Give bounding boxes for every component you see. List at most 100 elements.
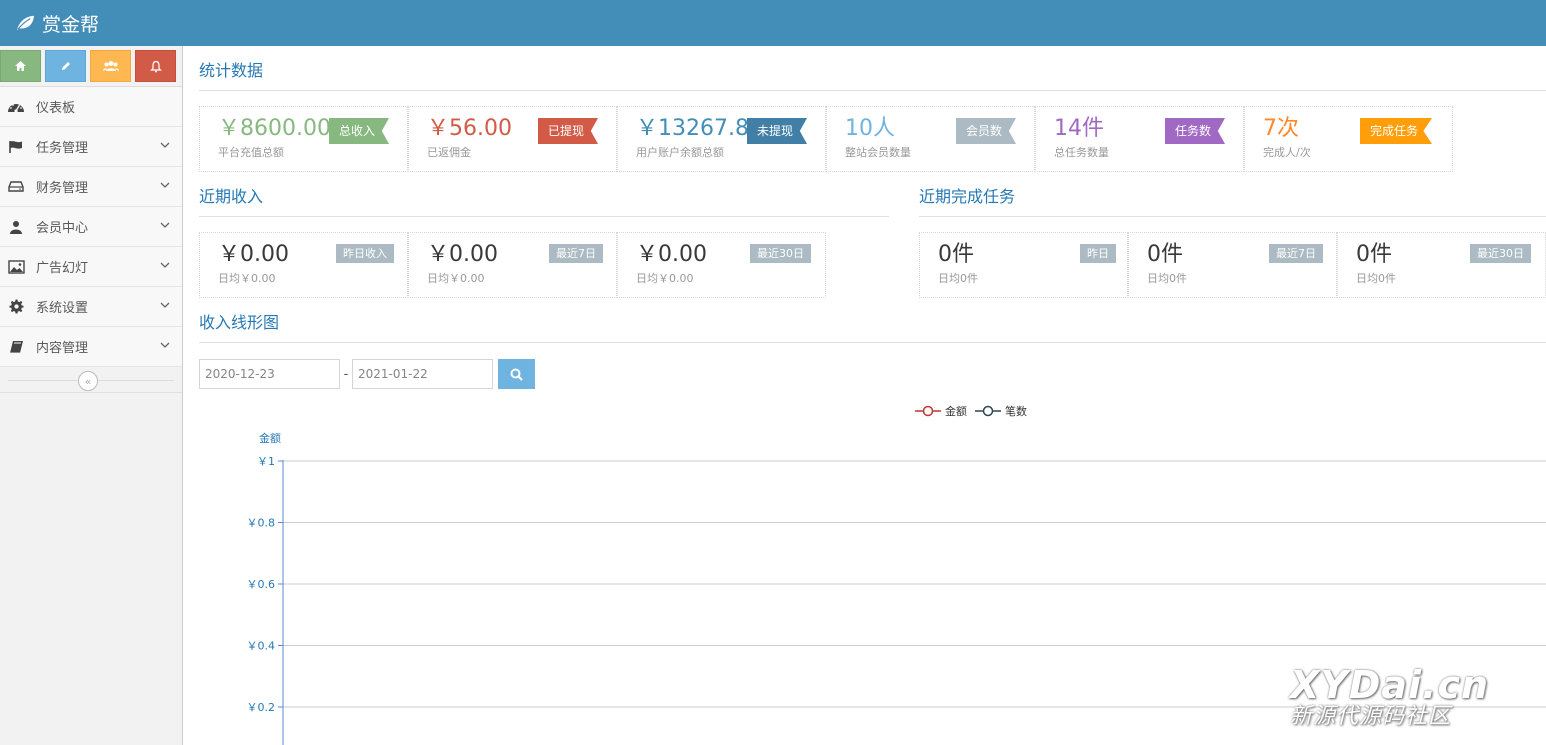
leaf-icon xyxy=(16,15,34,31)
y-tick-label: ￥0.8 xyxy=(247,517,276,530)
top-navbar: 赏金帮 xyxy=(0,0,1546,46)
stat-total-income: ￥8600.00 平台充值总额 总收入 xyxy=(199,106,408,172)
income-7days: ￥0.00 日均￥0.00 最近7日 xyxy=(408,232,617,298)
stat-subtitle: 日均￥0.00 xyxy=(218,272,276,285)
y-tick-label: ￥0.4 xyxy=(247,640,276,653)
chart-date-filter: - xyxy=(199,359,1546,389)
search-button[interactable] xyxy=(498,359,535,389)
tasks-7days: 0件 日均0件 最近7日 xyxy=(1128,232,1337,298)
stat-badge: 最近7日 xyxy=(549,244,603,263)
y-tick-label: ￥0.2 xyxy=(247,701,276,714)
stat-subtitle: 日均￥0.00 xyxy=(427,272,485,285)
stats-row: ￥8600.00 平台充值总额 总收入 ￥56.00 已返佣金 已提现 ￥132… xyxy=(199,106,1546,172)
stat-badge: 昨日 xyxy=(1080,244,1116,263)
recent-income-title: 近期收入 xyxy=(199,172,889,217)
stat-badge: 最近30日 xyxy=(1470,244,1531,263)
stat-badge: 已提现 xyxy=(538,118,599,144)
sidebar-item-label: 内容管理 xyxy=(36,341,89,356)
gear-icon xyxy=(6,299,26,314)
hdd-icon xyxy=(6,180,26,193)
sidebar-collapse-bar: « xyxy=(0,367,182,393)
users-shortcut-button[interactable] xyxy=(90,50,131,82)
watermark: XYDai.cn 新源代源码社区 xyxy=(1290,665,1540,729)
sidebar-item-members[interactable]: 会员中心 xyxy=(0,207,182,247)
sidebar-item-label: 广告幻灯 xyxy=(36,261,89,276)
watermark-line1: XYDai.cn xyxy=(1290,663,1490,707)
stat-subtitle: 用户账户余额总额 xyxy=(636,146,724,159)
recent-tasks-panel: 近期完成任务 0件 日均0件 昨日 0件 日均0件 最近7日 0件 日均0件 最… xyxy=(919,172,1546,298)
recent-income-panel: 近期收入 ￥0.00 日均￥0.00 昨日收入 ￥0.00 日均￥0.00 最近… xyxy=(199,172,889,298)
sidebar-item-label: 系统设置 xyxy=(36,301,89,316)
stat-badge: 昨日收入 xyxy=(336,244,394,263)
sidebar-item-finance[interactable]: 财务管理 xyxy=(0,167,182,207)
sidebar-item-tasks[interactable]: 任务管理 xyxy=(0,127,182,167)
stat-subtitle: 已返佣金 xyxy=(427,146,471,159)
stat-completed: 7次 完成人/次 完成任务 xyxy=(1244,106,1453,172)
users-icon xyxy=(102,61,119,71)
flag-icon xyxy=(6,140,26,154)
chevron-down-icon xyxy=(160,182,170,188)
home-shortcut-button[interactable] xyxy=(0,50,41,82)
search-icon xyxy=(510,368,523,381)
stat-subtitle: 日均0件 xyxy=(938,272,978,285)
stat-badge: 总收入 xyxy=(329,118,390,144)
watermark-line2: 新源代源码社区 xyxy=(1290,704,1452,729)
y-axis-ticks: ￥1 ￥0.8 ￥0.6 ￥0.4 ￥0.2 xyxy=(247,455,283,714)
sidebar-item-label: 任务管理 xyxy=(36,141,89,156)
picture-icon xyxy=(6,259,26,274)
brand[interactable]: 赏金帮 xyxy=(14,10,99,37)
recent-tasks-title: 近期完成任务 xyxy=(919,172,1546,217)
pencil-icon xyxy=(61,62,70,70)
shortcut-bar xyxy=(0,46,182,87)
stat-badge: 完成任务 xyxy=(1360,118,1433,144)
stat-badge: 会员数 xyxy=(956,118,1017,144)
chevron-down-icon xyxy=(160,142,170,148)
stat-subtitle: 日均￥0.00 xyxy=(636,272,694,285)
book-icon xyxy=(6,340,26,354)
stat-subtitle: 整站会员数量 xyxy=(845,146,911,159)
sidebar-item-content[interactable]: 内容管理 xyxy=(0,327,182,367)
sidebar: 仪表板 任务管理 财务管理 会员中心 广告幻灯 系统设置 内容管理 « xyxy=(0,46,183,745)
chevron-down-icon xyxy=(160,222,170,228)
y-axis-label: 金额 xyxy=(259,431,281,445)
sidebar-item-label: 会员中心 xyxy=(36,221,89,236)
sidebar-item-label: 仪表板 xyxy=(36,101,76,116)
income-30days: ￥0.00 日均￥0.00 最近30日 xyxy=(617,232,826,298)
stat-subtitle: 完成人/次 xyxy=(1263,146,1311,159)
tasks-yesterday: 0件 日均0件 昨日 xyxy=(919,232,1128,298)
y-tick-label: ￥0.6 xyxy=(247,578,276,591)
date-from-input[interactable] xyxy=(199,359,340,389)
stat-tasks: 14件 总任务数量 任务数 xyxy=(1035,106,1244,172)
stats-section-title: 统计数据 xyxy=(199,46,1546,91)
income-yesterday: ￥0.00 日均￥0.00 昨日收入 xyxy=(199,232,408,298)
dashboard-icon xyxy=(6,100,26,114)
stat-subtitle: 日均0件 xyxy=(1356,272,1396,285)
stat-subtitle: 日均0件 xyxy=(1147,272,1187,285)
y-tick-label: ￥1 xyxy=(257,455,275,468)
recent-income-row: ￥0.00 日均￥0.00 昨日收入 ￥0.00 日均￥0.00 最近7日 ￥0… xyxy=(199,232,889,298)
notifications-shortcut-button[interactable] xyxy=(135,50,176,82)
sidebar-item-ads[interactable]: 广告幻灯 xyxy=(0,247,182,287)
sidebar-item-dashboard[interactable]: 仪表板 xyxy=(0,87,182,127)
sidebar-item-label: 财务管理 xyxy=(36,181,89,196)
chevron-down-icon xyxy=(160,302,170,308)
main-content: 统计数据 ￥8600.00 平台充值总额 总收入 ￥56.00 已返佣金 已提现… xyxy=(199,46,1546,389)
stat-badge: 未提现 xyxy=(747,118,808,144)
home-icon xyxy=(15,61,26,71)
edit-shortcut-button[interactable] xyxy=(45,50,86,82)
stat-subtitle: 平台充值总额 xyxy=(218,146,284,159)
date-to-input[interactable] xyxy=(352,359,493,389)
bell-icon xyxy=(149,60,162,72)
sidebar-item-settings[interactable]: 系统设置 xyxy=(0,287,182,327)
line-chart-title: 收入线形图 xyxy=(199,298,1546,343)
stat-badge: 最近30日 xyxy=(750,244,811,263)
recent-tasks-row: 0件 日均0件 昨日 0件 日均0件 最近7日 0件 日均0件 最近30日 xyxy=(919,232,1546,298)
recent-stats: 近期收入 ￥0.00 日均￥0.00 昨日收入 ￥0.00 日均￥0.00 最近… xyxy=(199,172,1546,298)
stat-badge: 最近7日 xyxy=(1269,244,1323,263)
chevron-down-icon xyxy=(160,262,170,268)
double-chevron-left-icon: « xyxy=(84,374,92,388)
stat-withdrawn: ￥56.00 已返佣金 已提现 xyxy=(408,106,617,172)
stat-subtitle: 总任务数量 xyxy=(1054,146,1109,159)
stat-members: 10人 整站会员数量 会员数 xyxy=(826,106,1035,172)
sidebar-collapse-button[interactable]: « xyxy=(78,371,98,391)
